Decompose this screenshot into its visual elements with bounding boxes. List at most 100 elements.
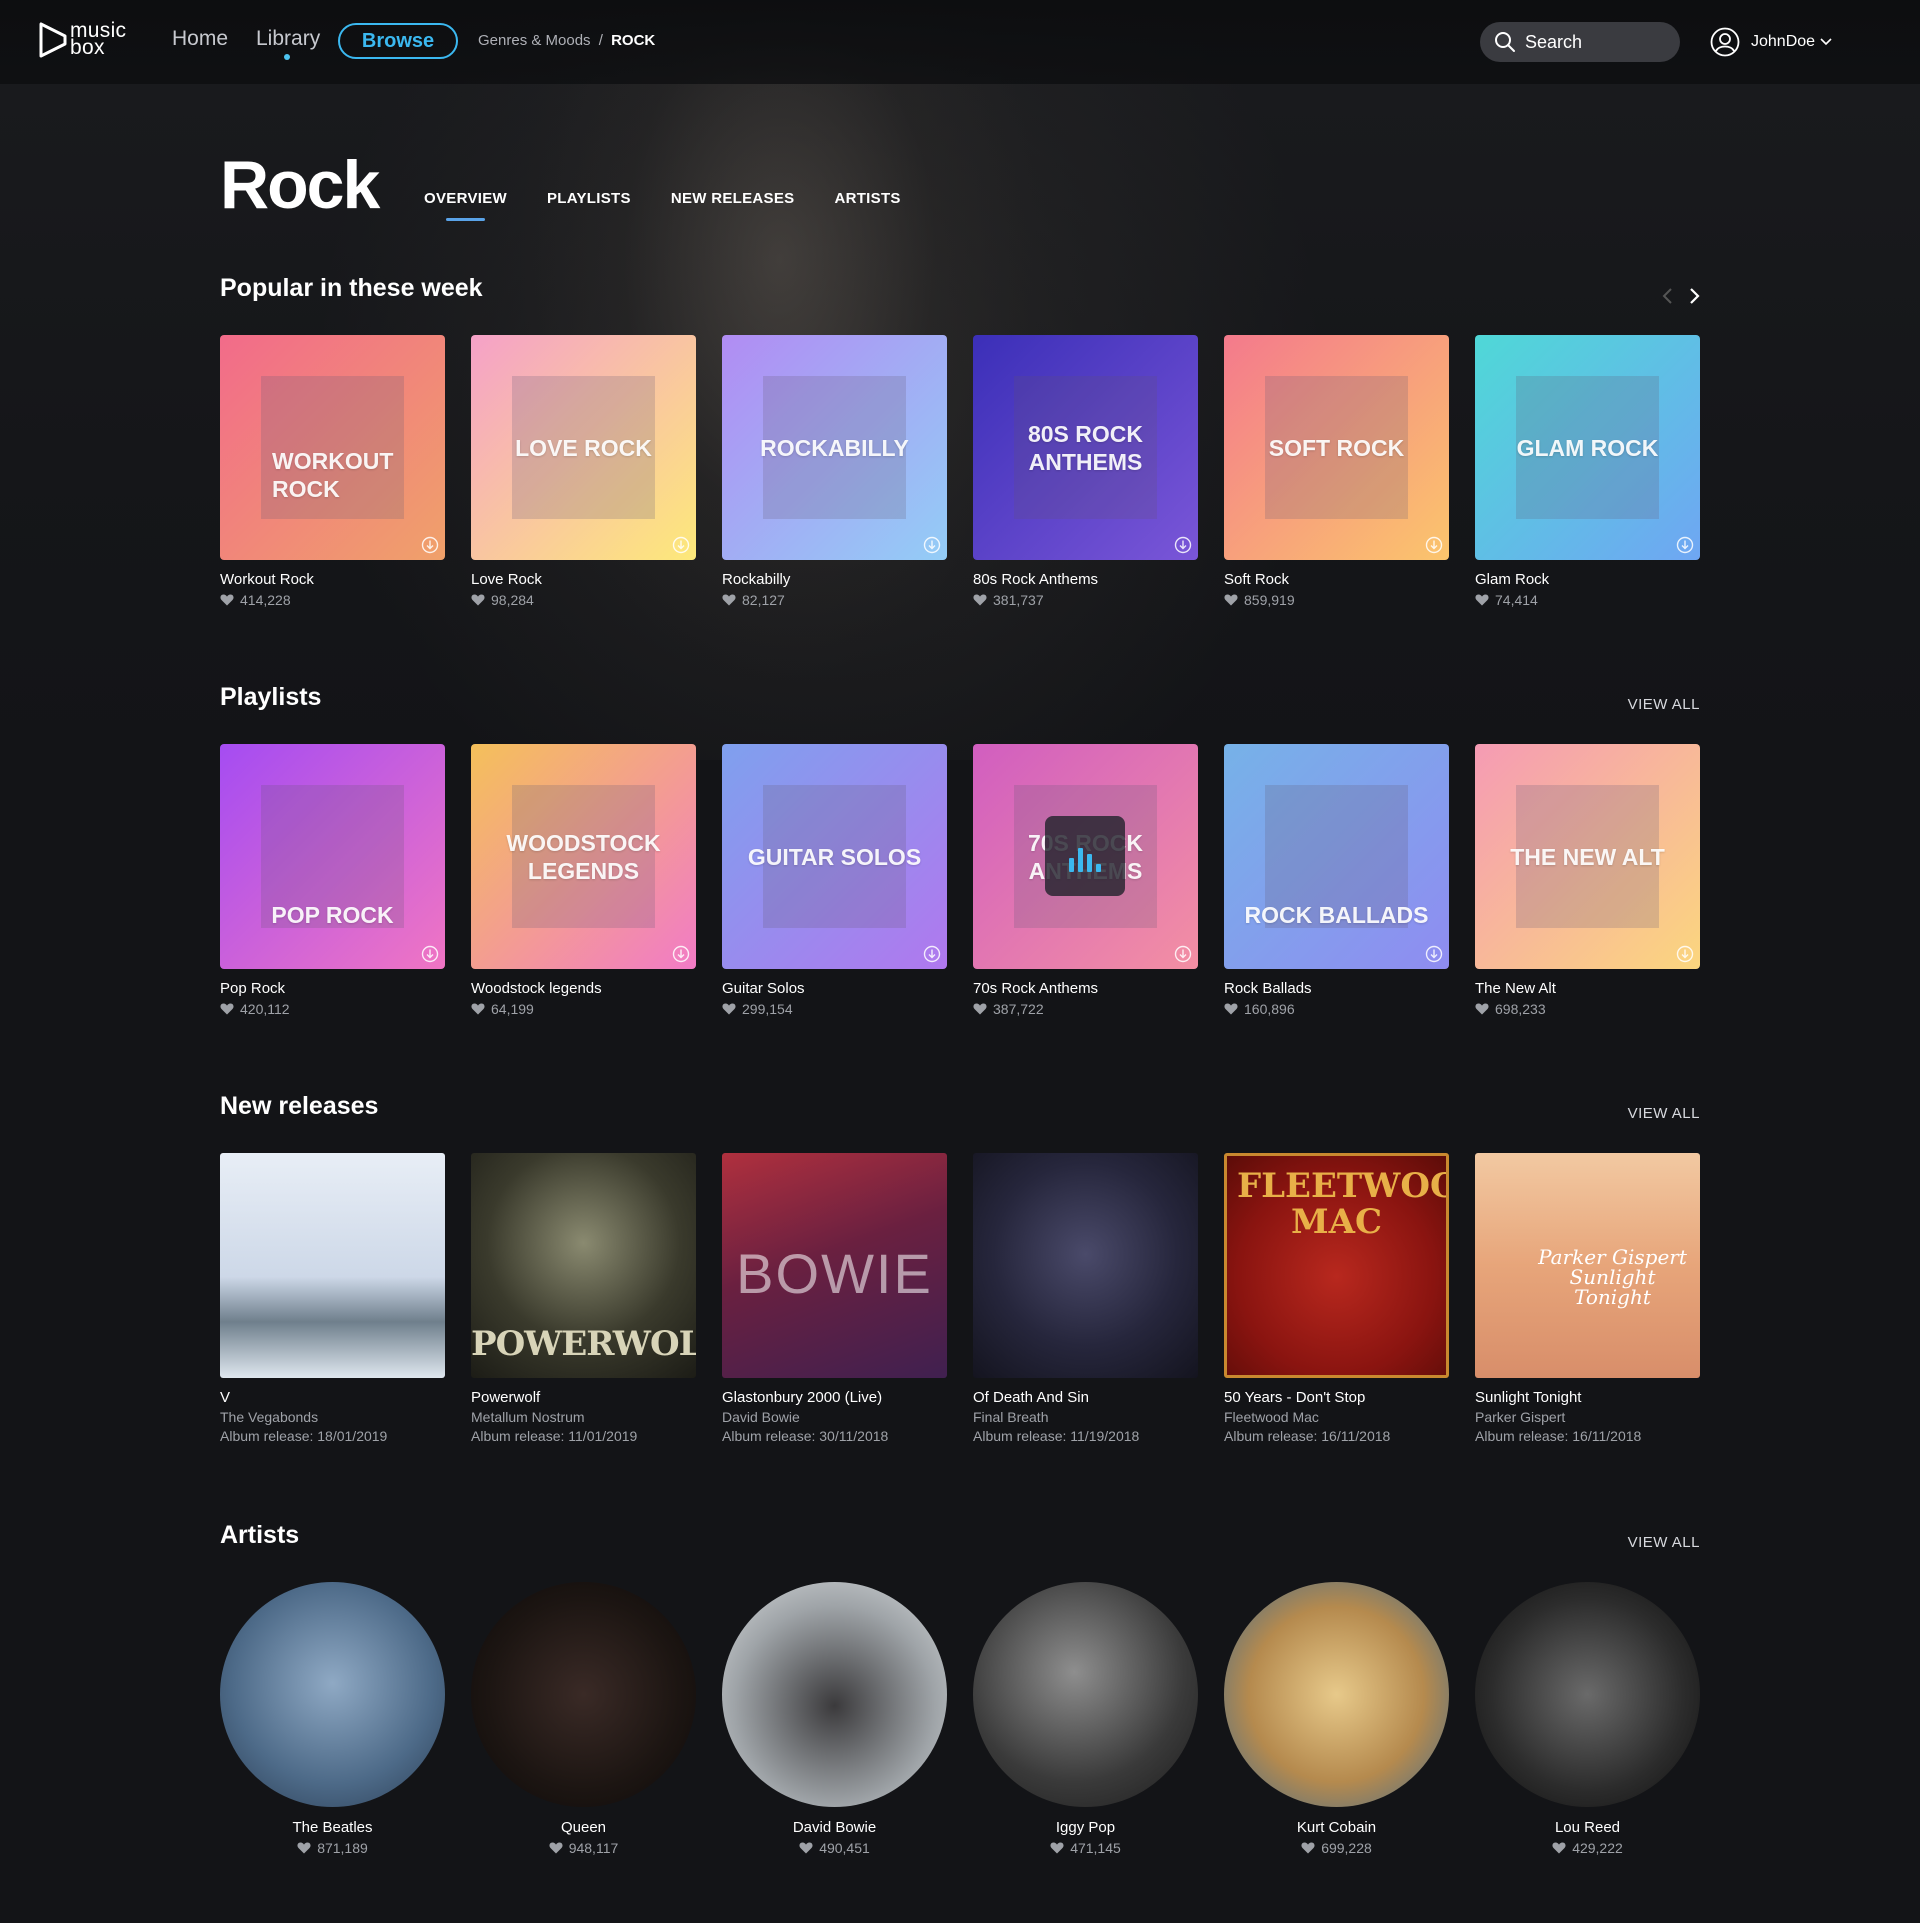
now-playing-indicator[interactable] xyxy=(1045,816,1125,896)
playlist-title[interactable]: 80s Rock Anthems xyxy=(973,571,1198,588)
artist-photo[interactable] xyxy=(471,1582,696,1807)
album-card[interactable]: Parker Gispert Sunlight Tonight Sunlight … xyxy=(1475,1153,1700,1444)
artist-card[interactable]: David Bowie 490,451 xyxy=(722,1582,947,1856)
album-title[interactable]: Sunlight Tonight xyxy=(1475,1389,1700,1406)
artist-card[interactable]: The Beatles 871,189 xyxy=(220,1582,445,1856)
playlist-card[interactable]: THE NEW ALT The New Alt 698,233 xyxy=(1475,744,1700,1017)
album-title[interactable]: 50 Years - Don't Stop xyxy=(1224,1389,1449,1406)
playlist-card[interactable]: GLAM ROCK Glam Rock 74,414 xyxy=(1475,335,1700,608)
playlist-cover[interactable]: SOFT ROCK xyxy=(1224,335,1449,560)
download-icon[interactable] xyxy=(1174,945,1192,963)
tab-artists[interactable]: ARTISTS xyxy=(834,190,900,207)
playlist-cover[interactable]: THE NEW ALT xyxy=(1475,744,1700,969)
download-icon[interactable] xyxy=(421,536,439,554)
album-cover[interactable]: BOWIE xyxy=(722,1153,947,1378)
carousel-prev-icon[interactable] xyxy=(1658,286,1678,306)
nav-library[interactable]: Library xyxy=(256,27,320,51)
playlist-card[interactable]: WOODSTOCK LEGENDS Woodstock legends 64,199 xyxy=(471,744,696,1017)
playlist-title[interactable]: Glam Rock xyxy=(1475,571,1700,588)
breadcrumb-genres-moods[interactable]: Genres & Moods xyxy=(478,32,591,49)
playlist-card[interactable]: SOFT ROCK Soft Rock 859,919 xyxy=(1224,335,1449,608)
album-artist[interactable]: Parker Gispert xyxy=(1475,1409,1700,1425)
album-title[interactable]: Glastonbury 2000 (Live) xyxy=(722,1389,947,1406)
album-cover[interactable]: FLEETWOOD MAC xyxy=(1224,1153,1449,1378)
tab-new-releases[interactable]: NEW RELEASES xyxy=(671,190,795,207)
download-icon[interactable] xyxy=(1174,536,1192,554)
album-artist[interactable]: Metallum Nostrum xyxy=(471,1409,696,1425)
playlist-cover[interactable]: WOODSTOCK LEGENDS xyxy=(471,744,696,969)
download-icon[interactable] xyxy=(923,945,941,963)
download-icon[interactable] xyxy=(1676,536,1694,554)
album-artist[interactable]: Final Breath xyxy=(973,1409,1198,1425)
playlist-cover[interactable]: WORKOUT ROCK xyxy=(220,335,445,560)
album-cover[interactable] xyxy=(973,1153,1198,1378)
album-card[interactable]: FLEETWOOD MAC 50 Years - Don't Stop Fleetw… xyxy=(1224,1153,1449,1444)
artist-name[interactable]: Kurt Cobain xyxy=(1224,1819,1449,1836)
download-icon[interactable] xyxy=(672,536,690,554)
album-card[interactable]: BOWIE Glastonbury 2000 (Live) David Bowie A… xyxy=(722,1153,947,1444)
playlist-title[interactable]: The New Alt xyxy=(1475,980,1700,997)
user-menu[interactable]: JohnDoe xyxy=(1710,26,1832,58)
artist-photo[interactable] xyxy=(973,1582,1198,1807)
playlist-title[interactable]: Guitar Solos xyxy=(722,980,947,997)
playlist-title[interactable]: Soft Rock xyxy=(1224,571,1449,588)
album-cover[interactable] xyxy=(220,1153,445,1378)
playlists-view-all-link[interactable]: VIEW ALL xyxy=(1628,696,1700,713)
album-card[interactable]: Of Death And Sin Final Breath Album releas… xyxy=(973,1153,1198,1444)
playlist-card[interactable]: LOVE ROCK Love Rock 98,284 xyxy=(471,335,696,608)
album-artist[interactable]: The Vegabonds xyxy=(220,1409,445,1425)
playlist-title[interactable]: Woodstock legends xyxy=(471,980,696,997)
playlist-cover[interactable]: LOVE ROCK xyxy=(471,335,696,560)
playlist-cover[interactable]: ROCKABILLY xyxy=(722,335,947,560)
artist-card[interactable]: Kurt Cobain 699,228 xyxy=(1224,1582,1449,1856)
carousel-next-icon[interactable] xyxy=(1684,286,1704,306)
artist-name[interactable]: The Beatles xyxy=(220,1819,445,1836)
artists-view-all-link[interactable]: VIEW ALL xyxy=(1628,1534,1700,1551)
new-releases-view-all-link[interactable]: VIEW ALL xyxy=(1628,1105,1700,1122)
playlist-card[interactable]: 70s ROCK ANTHEMS 70s Rock Anthems 387,722 xyxy=(973,744,1198,1017)
playlist-cover[interactable]: GLAM ROCK xyxy=(1475,335,1700,560)
playlist-cover[interactable]: 80s ROCK ANTHEMS xyxy=(973,335,1198,560)
album-card[interactable]: POWERWOLF Powerwolf Metallum Nostrum Album … xyxy=(471,1153,696,1444)
playlist-card[interactable]: ROCKABILLY Rockabilly 82,127 xyxy=(722,335,947,608)
search-box[interactable]: Search xyxy=(1480,22,1680,62)
download-icon[interactable] xyxy=(672,945,690,963)
album-title[interactable]: V xyxy=(220,1389,445,1406)
musicbox-logo[interactable]: music box xyxy=(38,20,130,64)
playlist-card[interactable]: WORKOUT ROCK Workout Rock 414,228 xyxy=(220,335,445,608)
download-icon[interactable] xyxy=(1676,945,1694,963)
album-cover[interactable]: Parker Gispert Sunlight Tonight xyxy=(1475,1153,1700,1378)
artist-name[interactable]: Iggy Pop xyxy=(973,1819,1198,1836)
artist-name[interactable]: Lou Reed xyxy=(1475,1819,1700,1836)
album-card[interactable]: V The Vegabonds Album release: 18/01/2019 xyxy=(220,1153,445,1444)
download-icon[interactable] xyxy=(1425,945,1443,963)
playlist-title[interactable]: Love Rock xyxy=(471,571,696,588)
playlist-card[interactable]: GUITAR SOLOS Guitar Solos 299,154 xyxy=(722,744,947,1017)
artist-name[interactable]: Queen xyxy=(471,1819,696,1836)
playlist-title[interactable]: 70s Rock Anthems xyxy=(973,980,1198,997)
download-icon[interactable] xyxy=(923,536,941,554)
tab-playlists[interactable]: PLAYLISTS xyxy=(547,190,631,207)
album-title[interactable]: Of Death And Sin xyxy=(973,1389,1198,1406)
nav-browse-button[interactable]: Browse xyxy=(338,23,458,59)
download-icon[interactable] xyxy=(421,945,439,963)
artist-photo[interactable] xyxy=(1475,1582,1700,1807)
artist-name[interactable]: David Bowie xyxy=(722,1819,947,1836)
artist-photo[interactable] xyxy=(722,1582,947,1807)
playlist-card[interactable]: 80s ROCK ANTHEMS 80s Rock Anthems 381,737 xyxy=(973,335,1198,608)
artist-photo[interactable] xyxy=(220,1582,445,1807)
playlist-title[interactable]: Pop Rock xyxy=(220,980,445,997)
playlist-title[interactable]: Workout Rock xyxy=(220,571,445,588)
artist-card[interactable]: Iggy Pop 471,145 xyxy=(973,1582,1198,1856)
album-cover[interactable]: POWERWOLF xyxy=(471,1153,696,1378)
playlist-cover[interactable]: POP ROCK xyxy=(220,744,445,969)
album-artist[interactable]: Fleetwood Mac xyxy=(1224,1409,1449,1425)
download-icon[interactable] xyxy=(1425,536,1443,554)
playlist-title[interactable]: Rockabilly xyxy=(722,571,947,588)
artist-card[interactable]: Queen 948,117 xyxy=(471,1582,696,1856)
playlist-card[interactable]: ROCK BALLADS Rock Ballads 160,896 xyxy=(1224,744,1449,1017)
tab-overview[interactable]: OVERVIEW xyxy=(424,190,507,221)
artist-card[interactable]: Lou Reed 429,222 xyxy=(1475,1582,1700,1856)
nav-home[interactable]: Home xyxy=(172,27,228,51)
playlist-cover[interactable]: 70s ROCK ANTHEMS xyxy=(973,744,1198,969)
